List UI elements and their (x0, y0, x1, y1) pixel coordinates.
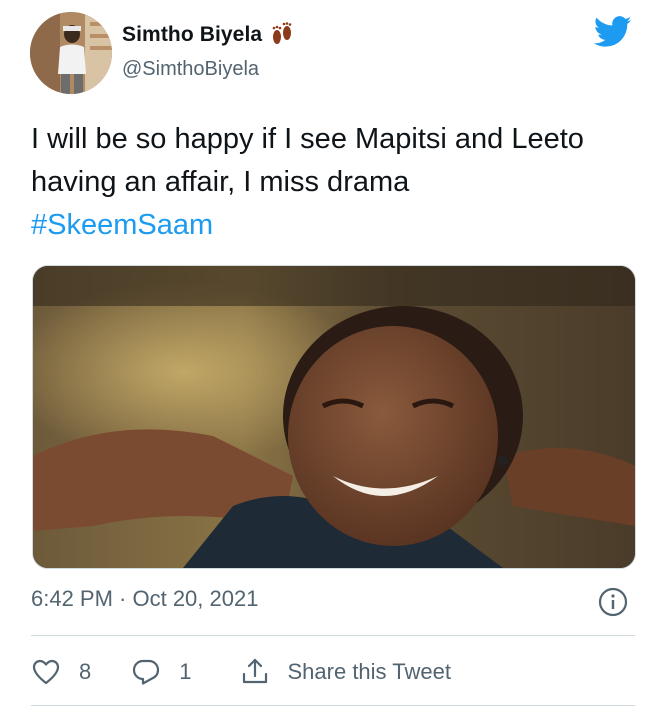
author-handle[interactable]: @SimthoBiyela (122, 58, 259, 81)
hashtag-link[interactable]: #SkeemSaam (31, 204, 631, 247)
divider (31, 705, 635, 706)
info-icon[interactable] (598, 587, 628, 617)
author-avatar[interactable] (30, 12, 112, 94)
tweet-card: Simtho Biyela @SimthoBiyela I will be so… (0, 0, 651, 708)
reply-icon (131, 657, 161, 687)
tweet-timestamp[interactable]: 6:42 PM · Oct 20, 2021 (31, 586, 258, 612)
twitter-bird-icon (593, 16, 632, 48)
tweet-body: I will be so happy if I see Mapitsi and … (31, 123, 584, 198)
display-name-text: Simtho Biyela (122, 23, 263, 46)
reply-button[interactable]: 1 (131, 657, 192, 687)
footprints-icon (270, 22, 294, 48)
share-label: Share this Tweet (287, 659, 451, 684)
divider (31, 635, 635, 636)
like-count: 8 (79, 659, 92, 684)
author-display-name[interactable]: Simtho Biyela (122, 22, 294, 48)
tweet-text: I will be so happy if I see Mapitsi and … (31, 118, 631, 247)
share-button[interactable]: Share this Tweet (240, 657, 451, 687)
share-icon (240, 657, 270, 687)
tweet-actions: 8 1 Share this Tweet (31, 650, 451, 694)
heart-icon (31, 657, 61, 687)
tweet-photo[interactable] (32, 265, 636, 569)
reply-count: 1 (179, 659, 192, 684)
like-button[interactable]: 8 (31, 657, 91, 687)
